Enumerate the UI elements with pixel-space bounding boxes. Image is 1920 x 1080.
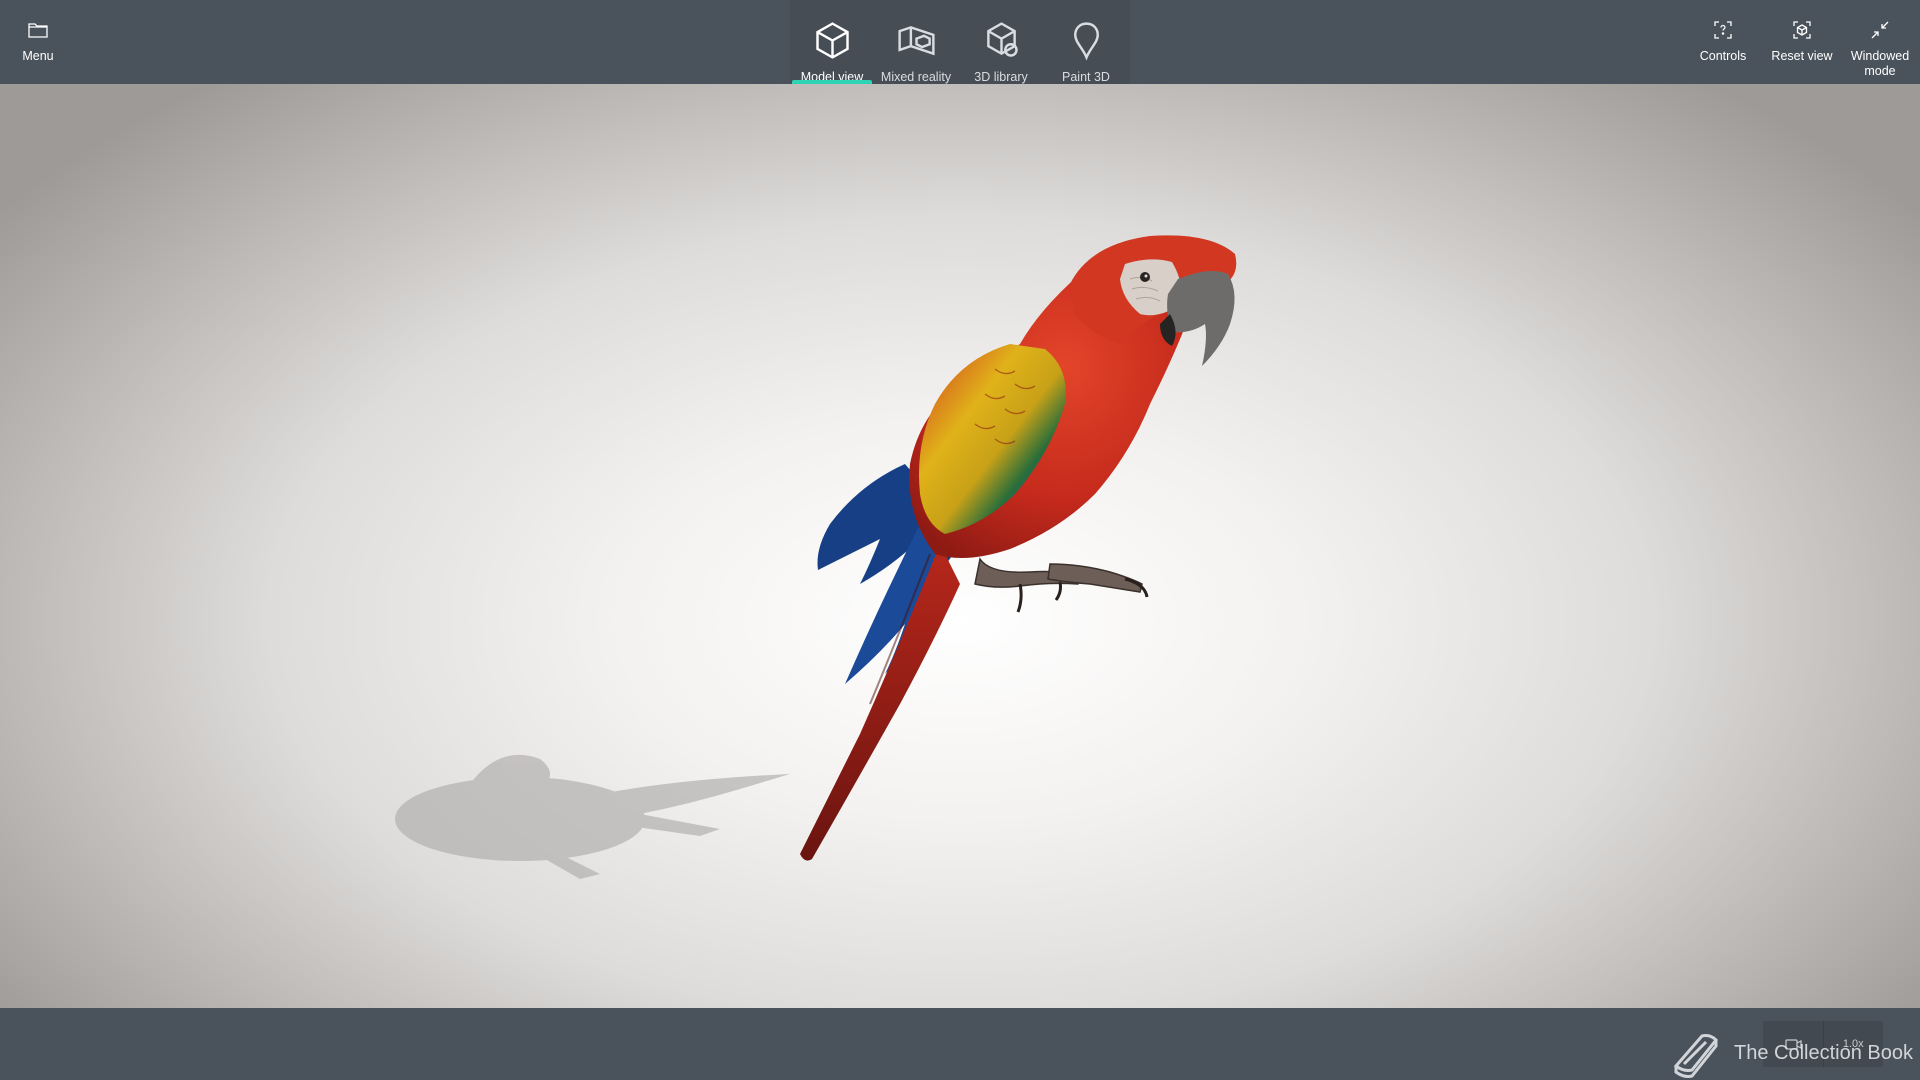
library-icon [986,22,1018,57]
watermark-text: The Collection Book [1734,1041,1913,1064]
folder-icon [28,23,48,38]
paint-icon [1073,22,1099,61]
reset-view-label: Reset view [1771,49,1833,63]
windowed-mode-label: Windowed mode [1850,49,1910,78]
reset-view-icon [1793,21,1811,39]
controls-label: Controls [1699,49,1747,63]
parrot-tail [800,544,960,861]
view-tabs: Model view Mixed reality 3D library Pain… [790,0,1130,84]
tab-3d-library-label: 3D library [974,70,1028,84]
windowed-mode-button[interactable]: Windowed mode [1846,0,1914,84]
tab-mixed-reality[interactable]: Mixed reality [874,0,958,84]
menu-button[interactable]: Menu [14,0,62,84]
menu-label: Menu [22,49,54,63]
mixed-reality-icon [897,26,935,56]
tab-paint-3d-label: Paint 3D [1062,70,1110,84]
tab-paint-3d[interactable]: Paint 3D [1044,0,1128,84]
model-shadow [395,754,790,879]
book-icon [1673,1034,1719,1078]
tab-mixed-reality-label: Mixed reality [880,70,952,84]
parrot-feet [974,557,1149,613]
cube-icon [815,22,849,59]
parrot-model[interactable] [0,84,1920,1008]
reset-view-button[interactable]: Reset view [1766,0,1838,84]
parrot-beak [1167,270,1235,366]
bottom-bar [0,1008,1920,1080]
controls-help-icon [1714,21,1732,39]
app-toolbar: Menu Model view Mixed reality 3D library [0,0,1920,84]
controls-button[interactable]: Controls [1694,0,1752,84]
tab-3d-library[interactable]: 3D library [959,0,1043,84]
windowed-mode-icon [1871,21,1889,39]
tab-model-view[interactable]: Model view [790,0,874,84]
watermark: The Collection Book [1668,1028,1913,1078]
3d-viewport[interactable] [0,84,1920,1008]
